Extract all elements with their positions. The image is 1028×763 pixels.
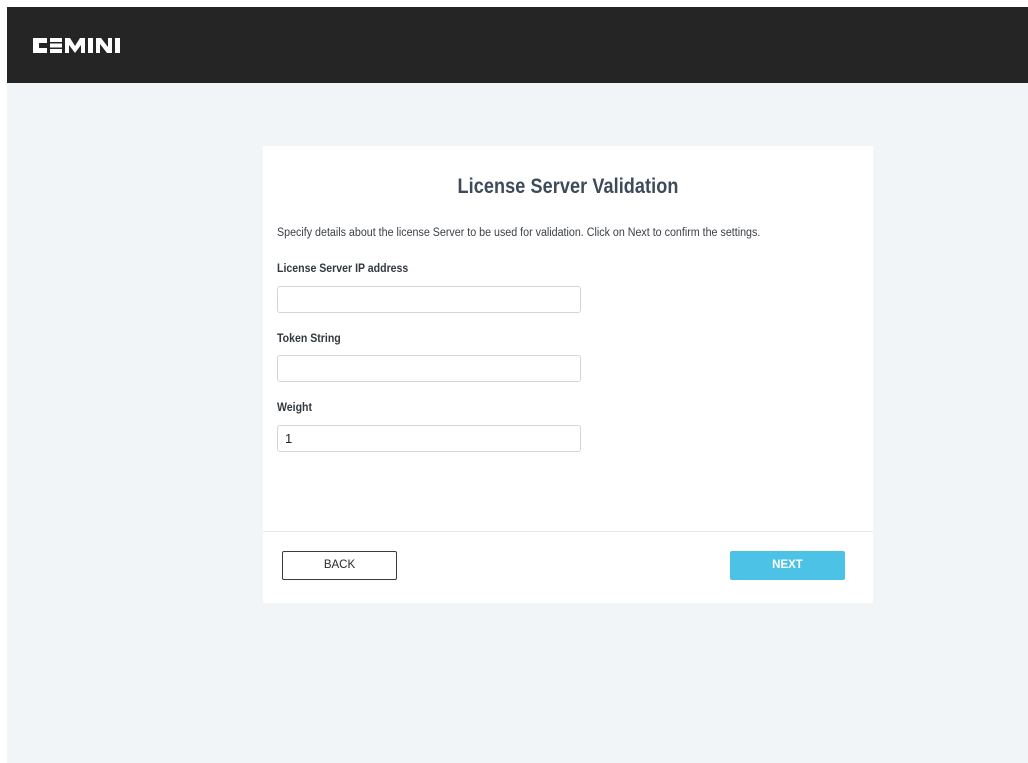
cemini-logo-icon[interactable] <box>31 35 143 56</box>
footer-divider <box>263 531 873 532</box>
form-description: Specify details about the license Server… <box>277 227 761 239</box>
top-bar <box>7 7 1028 83</box>
weight-label: Weight <box>277 400 313 414</box>
token-string-input[interactable] <box>277 355 581 382</box>
page-frame: License Server Validation Specify detail… <box>7 7 1028 763</box>
license-validation-card: License Server Validation Specify detail… <box>263 146 873 603</box>
weight-input[interactable] <box>277 425 581 452</box>
token-string-label: Token String <box>277 331 341 345</box>
page-title: License Server Validation <box>457 175 679 198</box>
back-button[interactable]: BACK <box>282 551 397 580</box>
next-button[interactable]: NEXT <box>730 551 845 580</box>
license-server-ip-input[interactable] <box>277 286 581 313</box>
license-server-ip-label: License Server IP address <box>277 261 409 275</box>
